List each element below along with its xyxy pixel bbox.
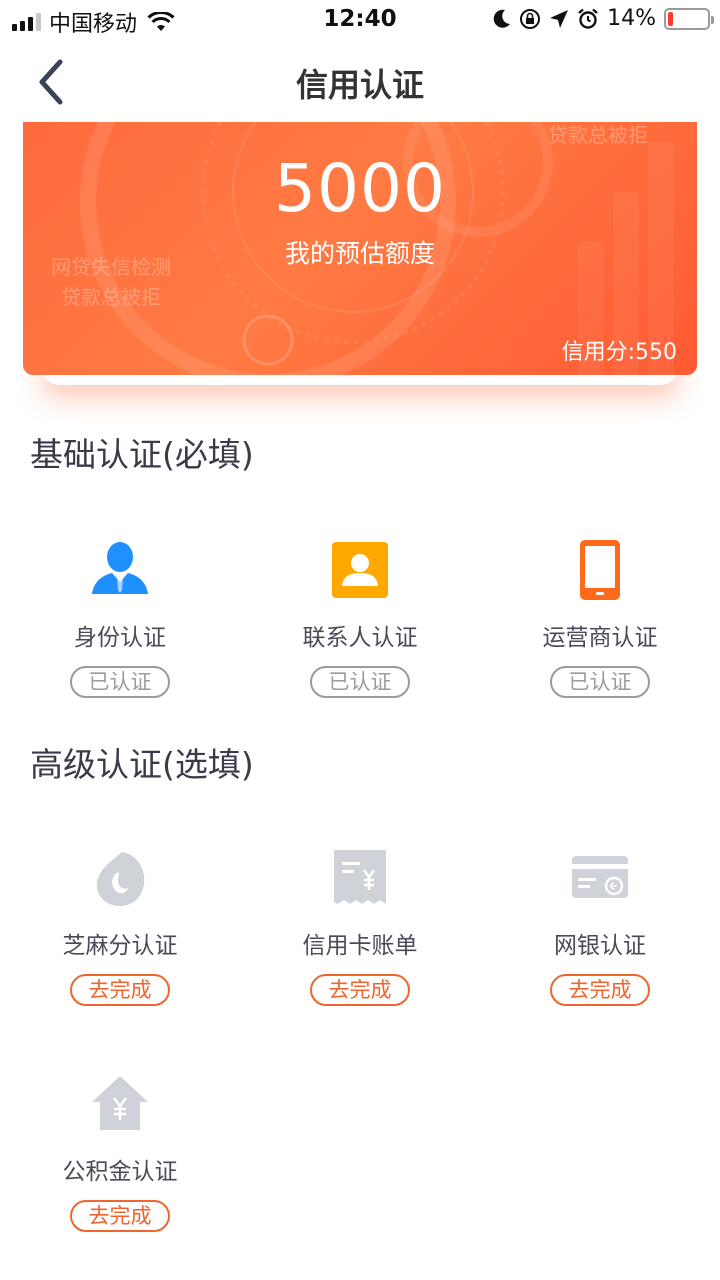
- credit-score: 信用分:550: [561, 340, 677, 365]
- nav-bar: 信用认证: [0, 40, 720, 124]
- contact-card-icon: [332, 542, 388, 598]
- item-label: 信用卡账单: [302, 933, 418, 959]
- basic-section-title: 基础认证(必填): [30, 435, 254, 474]
- lock-rotation-icon: [520, 8, 541, 29]
- item-label: 运营商认证: [542, 625, 658, 651]
- item-label: 网银认证: [554, 933, 646, 959]
- complete-button[interactable]: 去完成: [310, 974, 410, 1006]
- complete-button[interactable]: 去完成: [70, 974, 170, 1006]
- status-badge[interactable]: 已认证: [550, 666, 650, 698]
- house-yuan-icon: [92, 1076, 148, 1130]
- person-icon: [92, 542, 148, 594]
- advanced-item-housing-fund[interactable]: 公积金认证 去完成: [0, 1072, 240, 1232]
- battery-icon: [664, 7, 714, 30]
- basic-item-contacts[interactable]: 联系人认证 已认证: [240, 538, 480, 698]
- receipt-icon: [334, 850, 386, 904]
- alarm-icon: [578, 8, 598, 29]
- battery-fill: [668, 11, 674, 26]
- status-bar: 中国移动 12:40 14%: [0, 0, 720, 40]
- basic-item-identity[interactable]: 身份认证 已认证: [0, 538, 240, 698]
- item-label: 联系人认证: [302, 625, 418, 651]
- bank-card-icon: [572, 856, 628, 898]
- banner-bg-text-line: 贷款总被拒: [61, 285, 161, 309]
- complete-button[interactable]: 去完成: [550, 974, 650, 1006]
- advanced-item-online-banking[interactable]: 网银认证 去完成: [480, 846, 720, 1006]
- advanced-item-sesame[interactable]: 芝麻分认证 去完成: [0, 846, 240, 1006]
- status-badge[interactable]: 已认证: [70, 666, 170, 698]
- phone-icon: [580, 540, 620, 600]
- item-label: 芝麻分认证: [62, 933, 178, 959]
- credit-banner: 网贷失信检测 贷款总被拒 贷款总被拒 5000 我的预估额度 信用分:550: [23, 122, 697, 375]
- estimated-amount: 5000: [274, 150, 446, 227]
- battery-percent: 14%: [607, 6, 656, 31]
- page-title: 信用认证: [295, 66, 424, 104]
- item-label: 身份认证: [74, 625, 166, 651]
- estimated-amount-label: 我的预估额度: [284, 239, 435, 268]
- complete-button[interactable]: 去完成: [70, 1200, 170, 1232]
- advanced-section-title: 高级认证(选填): [30, 745, 254, 784]
- status-badge[interactable]: 已认证: [310, 666, 410, 698]
- advanced-item-credit-card-bill[interactable]: 信用卡账单 去完成: [240, 846, 480, 1006]
- sesame-icon: [96, 852, 145, 906]
- basic-item-carrier[interactable]: 运营商认证 已认证: [480, 538, 720, 698]
- item-label: 公积金认证: [62, 1159, 178, 1185]
- status-right: 14%: [493, 6, 714, 31]
- location-arrow-icon: [550, 9, 569, 28]
- banner-bg-text-2: 贷款总被拒: [548, 123, 648, 147]
- moon-icon: [493, 9, 511, 28]
